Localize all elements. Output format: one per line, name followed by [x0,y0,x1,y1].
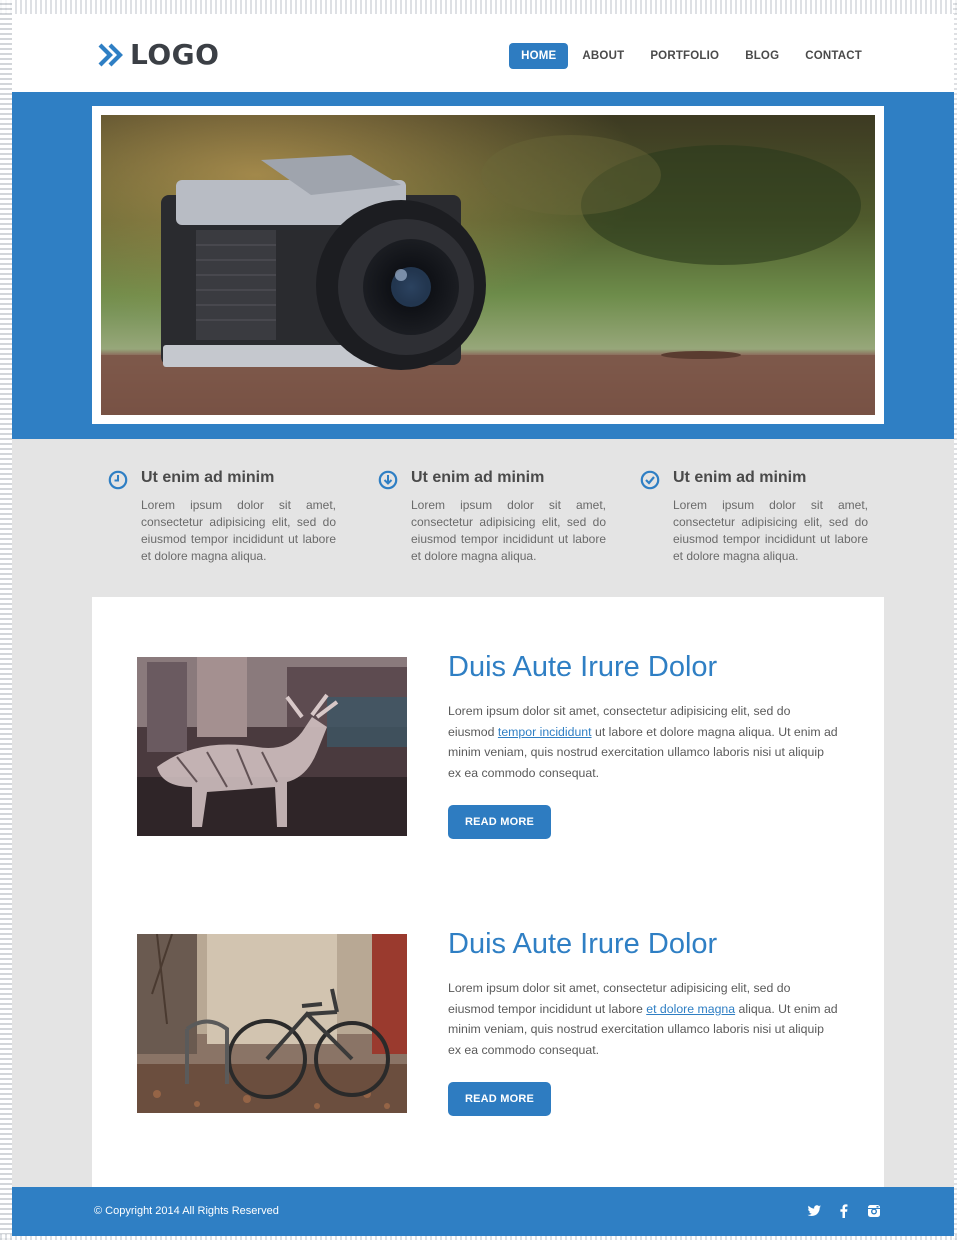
logo-text: LOGO [130,38,220,71]
post-text: Lorem ipsum dolor sit amet, consectetur … [448,978,838,1060]
post-inline-link[interactable]: et dolore magna [646,1002,735,1016]
page-edge-left [0,0,12,1240]
double-chevron-icon [98,42,124,68]
post-title[interactable]: Duis Aute Irure Dolor [448,928,717,961]
logo[interactable]: LOGO [98,38,219,71]
nav-portfolio[interactable]: PORTFOLIO [638,43,731,69]
post-inline-link[interactable]: tempor incididunt [498,725,592,739]
blog-content: Duis Aute Irure Dolor Lorem ipsum dolor … [92,597,884,1187]
blog-post: Duis Aute Irure Dolor Lorem ipsum dolor … [137,651,857,847]
twitter-icon[interactable] [806,1203,822,1219]
feature-title: Ut enim ad minim [411,469,545,486]
page-edge-top [0,0,957,14]
main-nav: HOME ABOUT PORTFOLIO BLOG CONTACT [507,43,874,69]
download-circle-icon [378,470,398,490]
feature-title: Ut enim ad minim [141,469,275,486]
blog-post: Duis Aute Irure Dolor Lorem ipsum dolor … [137,928,857,1124]
website-mockup: LOGO HOME ABOUT PORTFOLIO BLOG CONTACT U… [12,14,954,1236]
nav-blog[interactable]: BLOG [733,43,791,69]
read-more-button[interactable]: READ MORE [448,1082,551,1116]
check-circle-icon [640,470,660,490]
post-text: Lorem ipsum dolor sit amet, consectetur … [448,701,838,783]
social-links [806,1203,882,1219]
facebook-icon[interactable] [836,1203,852,1219]
post-title[interactable]: Duis Aute Irure Dolor [448,651,717,684]
hero-banner [12,92,954,439]
read-more-button[interactable]: READ MORE [448,805,551,839]
post-image-moose-sculpture[interactable] [137,657,407,836]
nav-about[interactable]: ABOUT [570,43,636,69]
site-footer: © Copyright 2014 All Rights Reserved [12,1187,954,1236]
post-image-bicycle[interactable] [137,934,407,1113]
feature-text: Lorem ipsum dolor sit amet, consectetur … [673,498,868,563]
clock-icon [108,470,128,490]
hero-camera-image [101,115,875,415]
nav-home[interactable]: HOME [509,43,569,69]
feature-text: Lorem ipsum dolor sit amet, consectetur … [141,498,336,563]
feature-text: Lorem ipsum dolor sit amet, consectetur … [411,498,606,563]
copyright-text: © Copyright 2014 All Rights Reserved [94,1205,279,1217]
nav-contact[interactable]: CONTACT [793,43,874,69]
feature-title: Ut enim ad minim [673,469,807,486]
site-header: LOGO HOME ABOUT PORTFOLIO BLOG CONTACT [12,14,954,92]
hero-frame [92,106,884,424]
instagram-icon[interactable] [866,1203,882,1219]
features-strip: Ut enim ad minim Lorem ipsum dolor sit a… [12,439,954,597]
